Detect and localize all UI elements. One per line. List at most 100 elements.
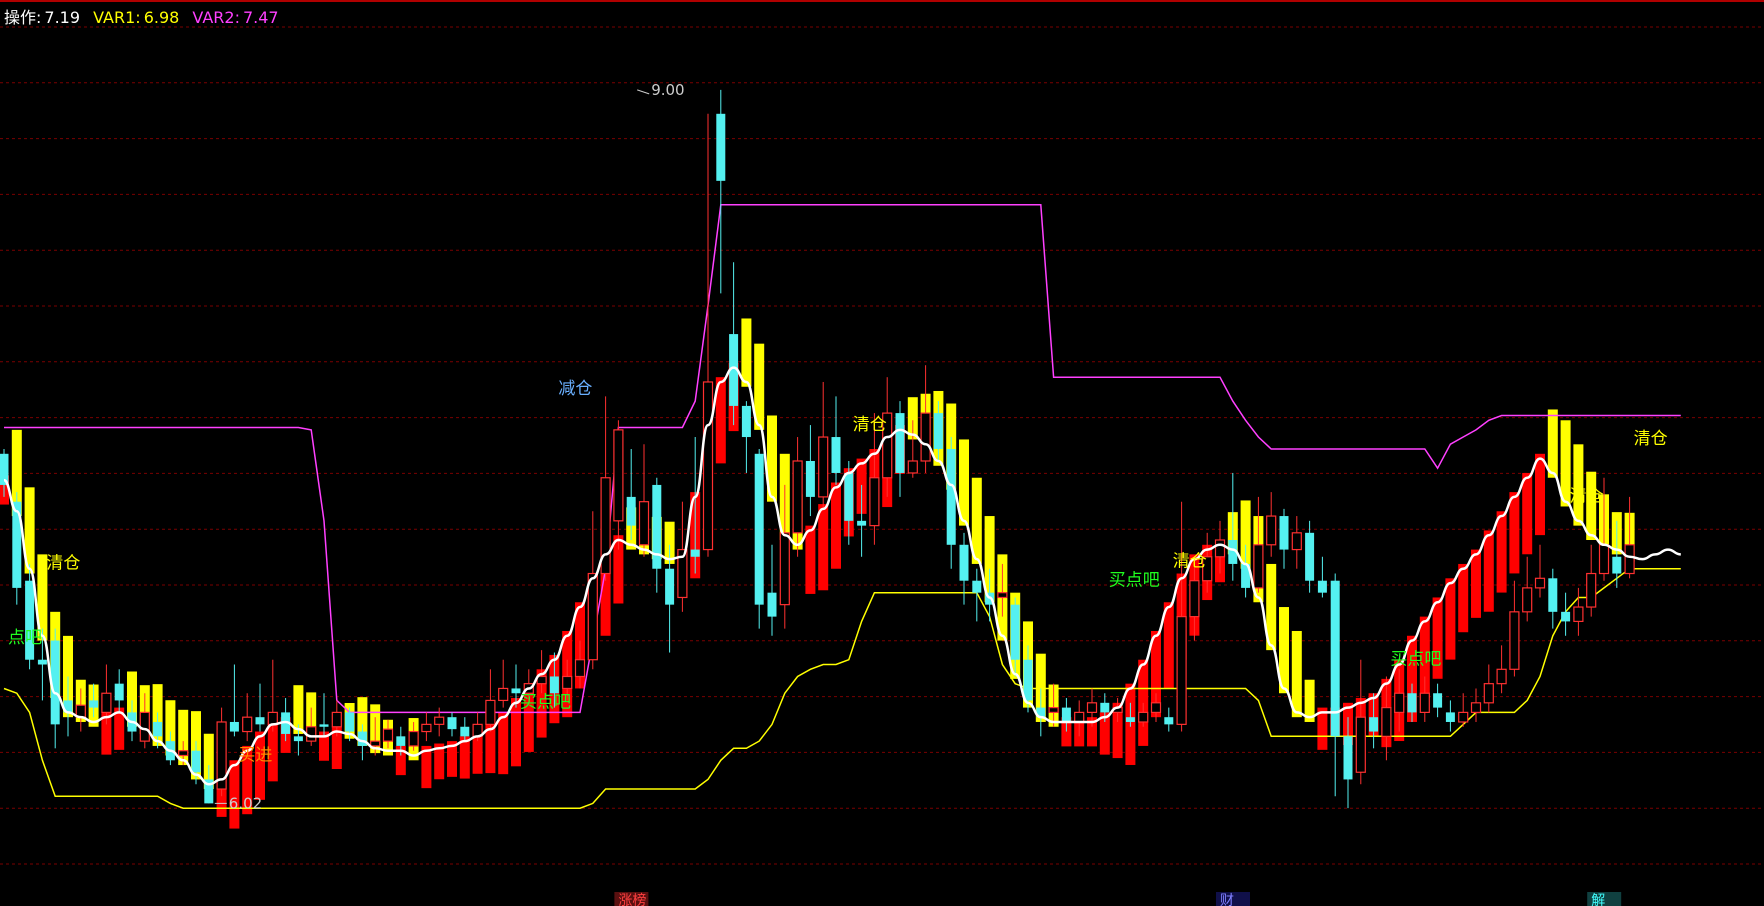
- candle-body-up: [434, 716, 445, 725]
- signal-annotation: 清仓: [1173, 551, 1207, 571]
- candle-body-down: [255, 717, 265, 725]
- candle-body-down: [357, 731, 367, 746]
- header-value: 6.98: [143, 8, 180, 27]
- candle-body-down: [1369, 717, 1379, 732]
- header-item-var1: VAR1: 6.98: [93, 8, 184, 27]
- candle-body-up: [1586, 572, 1597, 608]
- candle-body-up: [242, 716, 253, 733]
- candle-body-down: [933, 413, 943, 450]
- signal-annotation: 买点吧: [1109, 570, 1160, 590]
- candle-body-up: [1598, 544, 1610, 575]
- candle-body-up: [1074, 711, 1085, 723]
- signal-annotation: 清仓: [1634, 429, 1668, 449]
- candle-body-up: [1534, 577, 1546, 589]
- candle-body-up: [1470, 702, 1482, 713]
- candle-body-down: [1023, 659, 1033, 701]
- header-value: 7.47: [242, 8, 279, 27]
- candle-body-down: [1164, 717, 1174, 725]
- trend-band-bull: [1496, 511, 1507, 593]
- candle-body-down: [114, 683, 124, 701]
- candle-body-up: [1150, 702, 1162, 713]
- candle-body-up: [702, 381, 714, 551]
- candle-body-up: [1509, 611, 1520, 670]
- price-marker-arrow: [637, 89, 650, 95]
- signal-annotation: 清仓: [1570, 487, 1604, 507]
- candle-body-up: [1381, 707, 1392, 737]
- trend-band-bull: [1483, 530, 1494, 612]
- candle-body-down: [1433, 693, 1443, 708]
- signal-annotation: 买点吧: [1390, 650, 1441, 670]
- stock-chart-panel[interactable]: 操作: 7.19 VAR1: 6.98 VAR2: 7.47 9.00 6.02 清仓 点吧…: [0, 0, 1764, 906]
- candle-body-down: [1100, 702, 1110, 713]
- trend-band-bull: [818, 504, 829, 591]
- candle-body-down: [895, 413, 905, 473]
- event-marker-label: 解: [1591, 893, 1605, 906]
- candle-body-down: [831, 437, 841, 473]
- signal-annotation: 清仓: [853, 415, 887, 435]
- candle-body-down: [1548, 578, 1558, 612]
- header-item-operation: 操作: 7.19: [4, 8, 85, 27]
- trend-band-bull: [1522, 472, 1533, 555]
- candle-body-up: [792, 460, 803, 534]
- header-value: 7.19: [44, 8, 81, 27]
- candle-body-up: [587, 572, 598, 661]
- trend-band-bull: [1163, 602, 1174, 689]
- candle-body-up: [485, 699, 496, 725]
- candle-body-down: [1407, 693, 1417, 713]
- signal-annotation: 清仓: [46, 554, 80, 574]
- candle-body-up: [1048, 707, 1059, 713]
- candle-body-down: [959, 544, 969, 581]
- candle-body-down: [549, 676, 559, 694]
- candle-body-up: [139, 711, 150, 742]
- trend-band-bear: [1291, 630, 1302, 718]
- candle-body-up: [1291, 532, 1302, 551]
- candle-body-down: [1445, 712, 1455, 722]
- price-extreme-label: 9.00: [651, 81, 684, 99]
- candle-body-up: [1355, 716, 1366, 773]
- signal-annotation: 减仓: [558, 379, 592, 399]
- candle-body-up: [331, 711, 342, 728]
- candle-body-up: [779, 532, 790, 606]
- event-marker-label: 财: [1220, 893, 1234, 906]
- trend-band-bear: [1573, 444, 1584, 526]
- candle-body-up: [1573, 606, 1584, 623]
- candle-body-up: [382, 728, 394, 742]
- trend-band-bull: [498, 712, 509, 775]
- candlestick-plot[interactable]: 9.006.02清仓点吧买进减仓买点吧清仓买点吧清仓买点吧清仓清仓涨榜财解: [0, 0, 1764, 906]
- signal-annotation: 买进: [238, 745, 272, 765]
- candle-body-up: [1086, 702, 1098, 713]
- candle-body-up: [818, 436, 829, 498]
- candle-body-down: [665, 568, 675, 605]
- candle-body-down: [37, 659, 47, 665]
- candle-body-up: [1176, 616, 1187, 725]
- trend-band-bull: [831, 482, 841, 569]
- candle-body-up: [370, 740, 381, 747]
- trend-band-bull: [1471, 549, 1481, 618]
- candle-body-down: [805, 460, 815, 497]
- candle-body-down: [89, 700, 99, 708]
- candle-body-up: [1214, 539, 1226, 558]
- header-label: VAR1:: [93, 8, 141, 27]
- candle-body-down: [844, 472, 854, 521]
- candle-body-down: [1612, 556, 1622, 574]
- candle-body-down: [1061, 707, 1071, 722]
- candle-body-up: [1624, 544, 1635, 575]
- trend-band-bull: [1458, 563, 1469, 633]
- candle-body-down: [1561, 611, 1571, 622]
- candle-body-up: [1253, 544, 1264, 589]
- candle-body-up: [1266, 515, 1277, 546]
- candle-body-down: [741, 405, 751, 438]
- candle-body-up: [267, 711, 278, 725]
- header-label: VAR2:: [192, 8, 240, 27]
- candle-body-up: [920, 412, 931, 462]
- candle-body-down: [319, 724, 329, 727]
- candle-body-down: [716, 113, 726, 181]
- candle-body-up: [306, 726, 317, 742]
- price-extreme-label: 6.02: [229, 794, 262, 812]
- candle-body-up: [1394, 692, 1405, 713]
- header-item-var2: VAR2: 7.47: [192, 8, 278, 27]
- candle-body-down: [946, 449, 956, 545]
- candle-body-up: [1189, 580, 1200, 618]
- candle-body-up: [869, 477, 880, 527]
- candle-body-up: [1419, 692, 1430, 713]
